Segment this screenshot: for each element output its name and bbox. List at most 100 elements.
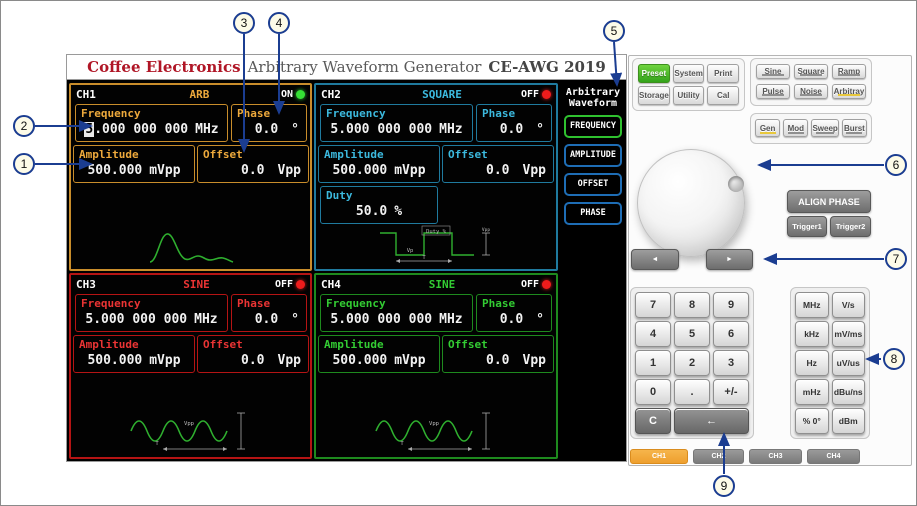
field-value: 500.000 mVpp (324, 352, 434, 370)
amplitude-field[interactable]: Amplitude 500.000 mVpp (318, 335, 440, 373)
trigger1-button[interactable]: Trigger1 (787, 216, 827, 237)
key-decimal[interactable]: . (674, 379, 710, 405)
sweep-button[interactable]: Sweep (811, 119, 838, 137)
offset-field[interactable]: Offset 0.0 Vpp (442, 335, 554, 373)
key-plus-minus[interactable]: +/- (713, 379, 749, 405)
softkey-phase[interactable]: PHASE (564, 202, 622, 225)
unit-hz-button[interactable]: Hz (795, 350, 829, 376)
trigger2-button[interactable]: Trigger2 (830, 216, 871, 237)
unit-millihz-button[interactable]: mHz (795, 379, 829, 405)
key-4[interactable]: 4 (635, 321, 671, 347)
key-2[interactable]: 2 (674, 350, 710, 376)
offset-field[interactable]: Offset 0.0 Vpp (197, 145, 309, 183)
unit-uvus-button[interactable]: uV/us (832, 350, 866, 376)
svg-text:T: T (155, 441, 159, 447)
field-label: Frequency (326, 107, 467, 121)
sine-button[interactable]: Sine (756, 64, 790, 79)
field-label: Offset (448, 148, 548, 162)
phase-field[interactable]: Phase 0.0 ° (231, 104, 307, 142)
storage-button[interactable]: Storage (638, 86, 670, 105)
key-5[interactable]: 5 (674, 321, 710, 347)
key-7[interactable]: 7 (635, 292, 671, 318)
clear-button[interactable]: C (635, 408, 671, 434)
arbitrary-button[interactable]: Arbitray (832, 84, 866, 99)
offset-field[interactable]: Offset 0.0 Vpp (442, 145, 554, 183)
square-button[interactable]: Square (794, 64, 828, 79)
print-button[interactable]: Print (707, 64, 739, 83)
field-unit: ° (536, 311, 544, 329)
gen-button[interactable]: Gen (755, 119, 780, 137)
power-label: ON (281, 89, 293, 100)
unit-mvms-button[interactable]: mV/ms (832, 321, 866, 347)
burst-button[interactable]: Burst (842, 119, 867, 137)
utility-button[interactable]: Utility (673, 86, 705, 105)
key-0[interactable]: 0 (635, 379, 671, 405)
key-6[interactable]: 6 (713, 321, 749, 347)
system-key-group: Preset System Print Storage Utility Cal (632, 58, 745, 111)
power-status: OFF (275, 279, 305, 290)
amplitude-field[interactable]: Amplitude 500.000 mVpp (73, 335, 195, 373)
cursor-right-button[interactable]: ► (706, 249, 753, 270)
align-phase-button[interactable]: ALIGN PHASE (787, 190, 871, 213)
system-button[interactable]: System (673, 64, 705, 83)
power-status: ON (281, 89, 305, 100)
field-label: Amplitude (324, 148, 434, 162)
mode-key-group: Gen Mod Sweep Burst (750, 113, 872, 144)
key-8[interactable]: 8 (674, 292, 710, 318)
key-3[interactable]: 3 (713, 350, 749, 376)
channel-waveform-type: SQUARE (363, 88, 521, 101)
frequency-field[interactable]: Frequency 5.000 000 000 MHz (320, 104, 473, 142)
unit-dbm-button[interactable]: dBm (832, 408, 866, 434)
channel-panel-ch4: CH4 SINE OFF Frequency 5.000 000 000 MHz… (314, 273, 558, 459)
device-model: CE-AWG 2019 (488, 58, 605, 76)
softkey-frequency[interactable]: FREQUENCY (564, 115, 622, 138)
phase-field[interactable]: Phase 0.0 ° (231, 294, 307, 332)
frequency-field[interactable]: Frequency 5.000 000 000 MHz (75, 294, 228, 332)
unit-dbuns-button[interactable]: dBu/ns (832, 379, 866, 405)
mod-button[interactable]: Mod (783, 119, 808, 137)
duty-field[interactable]: Duty 50.0 % (320, 186, 438, 224)
tab-ch4[interactable]: CH4 (807, 449, 860, 464)
unit-percent-degree-button[interactable]: % 0° (795, 408, 829, 434)
field-label: Amplitude (79, 338, 189, 352)
callout-badge-5: 5 (603, 20, 625, 42)
brand-name: Coffee Electronics (87, 58, 240, 76)
field-value: 5.000 000 000 MHz (81, 311, 222, 329)
unit-mhz-button[interactable]: MHz (795, 292, 829, 318)
unit-khz-button[interactable]: kHz (795, 321, 829, 347)
field-label: Duty (326, 189, 432, 203)
tab-ch1[interactable]: CH1 (630, 449, 688, 464)
field-unit: MHz (439, 311, 462, 329)
preset-button[interactable]: Preset (638, 64, 670, 83)
amplitude-field[interactable]: Amplitude 500.000 mVpp (318, 145, 440, 183)
pulse-button[interactable]: Pulse (756, 84, 790, 99)
field-value: 0.0 Vpp (203, 162, 303, 180)
field-unit: MHz (194, 311, 217, 329)
softkey-amplitude[interactable]: AMPLITUDE (564, 144, 622, 167)
power-label: OFF (521, 279, 539, 290)
amplitude-field[interactable]: Amplitude 500.000 mVpp (73, 145, 195, 183)
phase-field[interactable]: Phase 0.0 ° (476, 104, 552, 142)
tab-ch2[interactable]: CH2 (693, 449, 744, 464)
callout-badge-9: 9 (713, 475, 735, 497)
noise-button[interactable]: Noise (794, 84, 828, 99)
cal-button[interactable]: Cal (707, 86, 739, 105)
unit-vs-button[interactable]: V/s (832, 292, 866, 318)
field-value: 5.000 000 000 MHz (326, 121, 467, 139)
sine-waveform-icon: Vpp T (127, 409, 255, 453)
phase-field[interactable]: Phase 0.0 ° (476, 294, 552, 332)
ramp-button[interactable]: Ramp (832, 64, 866, 79)
key-9[interactable]: 9 (713, 292, 749, 318)
field-unit: Vpp (523, 352, 546, 370)
backspace-button[interactable]: ← (674, 408, 749, 434)
offset-field[interactable]: Offset 0.0 Vpp (197, 335, 309, 373)
field-unit: Vpp (523, 162, 546, 180)
frequency-field[interactable]: Frequency 5.000 000 000 MHz (320, 294, 473, 332)
tab-ch3[interactable]: CH3 (749, 449, 802, 464)
field-value: 0.0 Vpp (448, 162, 548, 180)
cursor-left-button[interactable]: ◄ (631, 249, 679, 270)
softkey-offset[interactable]: OFFSET (564, 173, 622, 196)
rotary-knob[interactable] (637, 149, 745, 257)
key-1[interactable]: 1 (635, 350, 671, 376)
frequency-field[interactable]: Frequency 5.000 000 000 MHz (75, 104, 228, 142)
